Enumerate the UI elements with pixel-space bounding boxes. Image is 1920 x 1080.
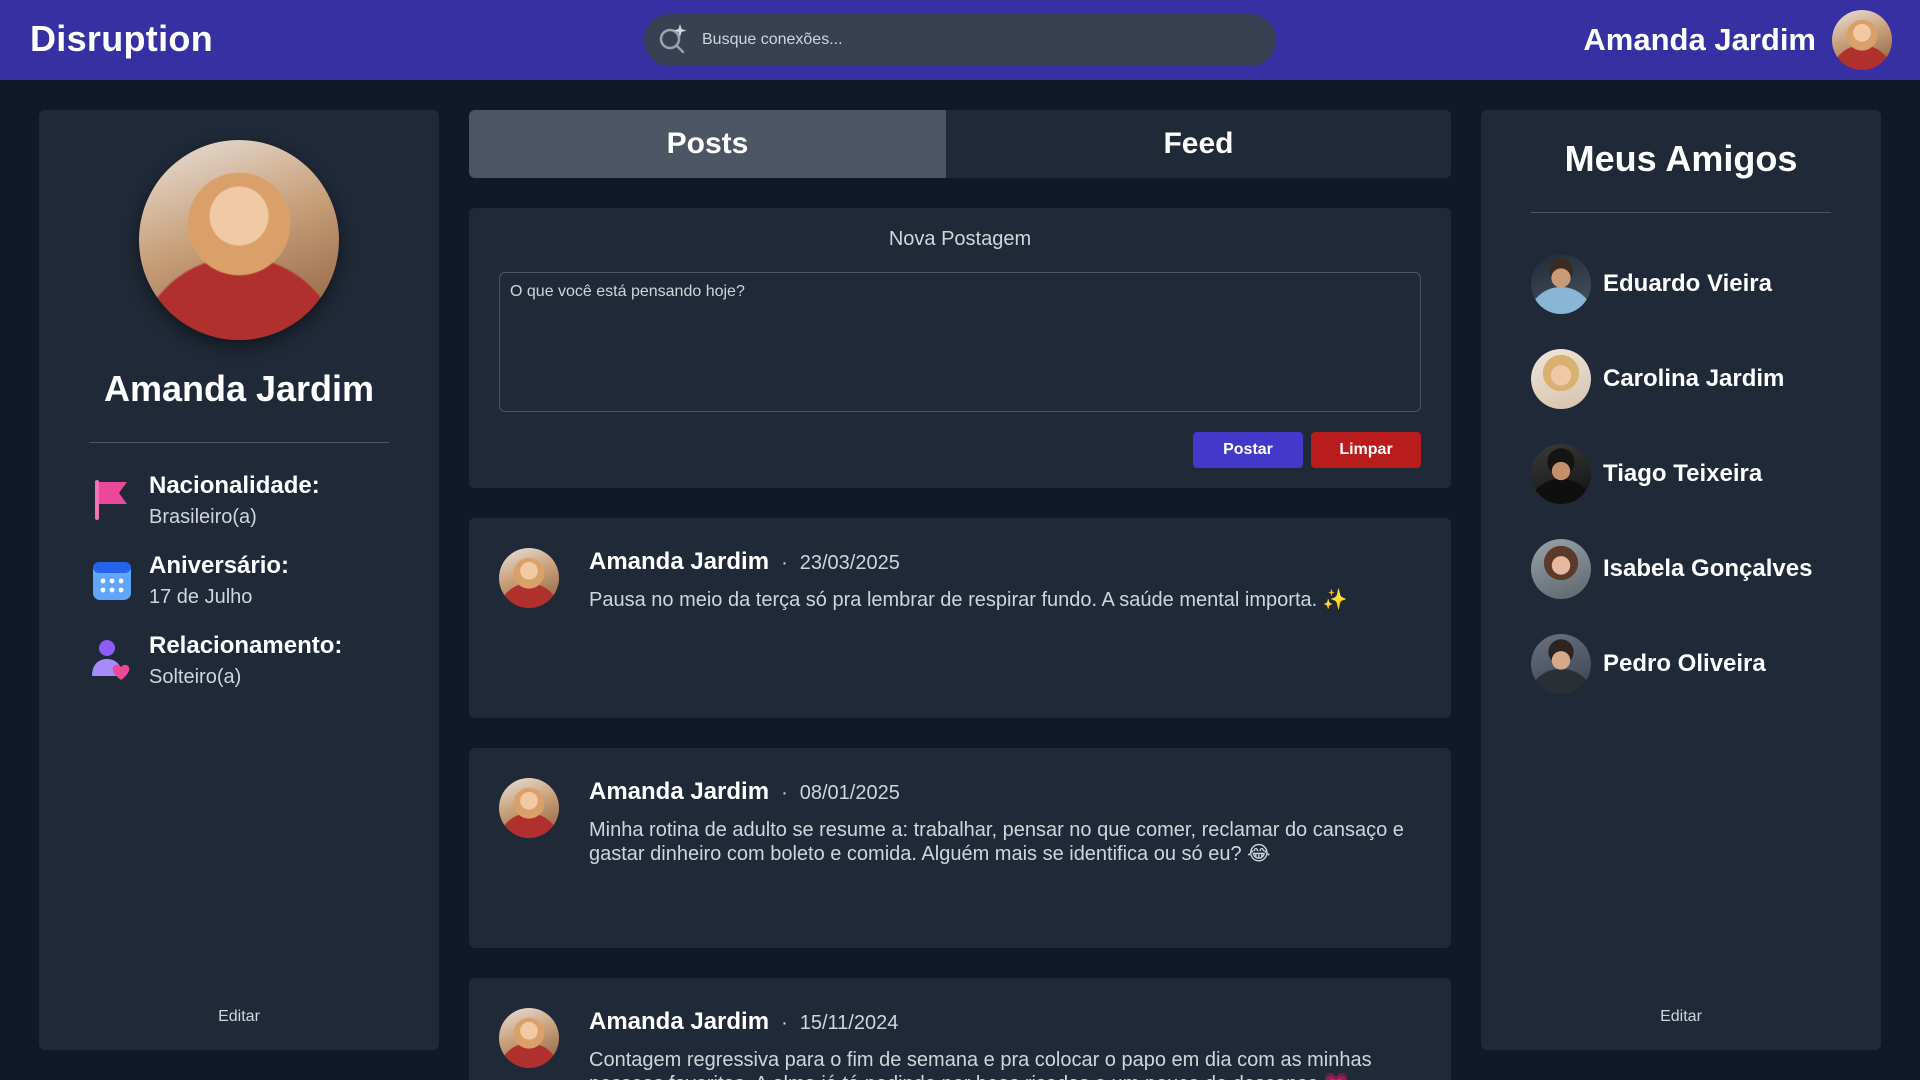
post-text: Minha rotina de adulto se resume a: trab… <box>589 819 1404 865</box>
info-value: Solteiro(a) <box>149 666 242 688</box>
friend-item[interactable]: Tiago Teixeira <box>1531 444 1851 504</box>
info-relationship: Relacionamento: Solteiro(a) <box>89 632 409 696</box>
clear-button[interactable]: Limpar <box>1311 432 1421 468</box>
header-avatar[interactable] <box>1832 10 1892 70</box>
post-date: 15/11/2024 <box>799 1012 899 1034</box>
post-header: Amanda Jardim · 08/01/2025 <box>589 778 900 806</box>
brand-logo[interactable]: Disruption <box>30 18 213 60</box>
friend-item[interactable]: Eduardo Vieira <box>1531 254 1851 314</box>
post-author[interactable]: Amanda Jardim <box>589 778 769 806</box>
post-text-input[interactable] <box>499 272 1421 412</box>
header-user-name[interactable]: Amanda Jardim <box>1583 22 1816 58</box>
info-value: Brasileiro(a) <box>149 506 257 528</box>
friend-name[interactable]: Pedro Oliveira <box>1603 650 1766 678</box>
search-input[interactable] <box>702 14 1262 66</box>
tab-feed[interactable]: Feed <box>946 110 1451 178</box>
info-value: 17 de Julho <box>149 586 253 608</box>
friend-item[interactable]: Carolina Jardim <box>1531 349 1851 409</box>
post-avatar[interactable] <box>499 778 559 838</box>
friends-divider <box>1531 212 1831 213</box>
post-date: 23/03/2025 <box>799 552 900 574</box>
post-author[interactable]: Amanda Jardim <box>589 1008 769 1036</box>
post-card: Amanda Jardim · 15/11/2024 Contagem regr… <box>469 978 1451 1080</box>
info-birthday: Aniversário: 17 de Julho <box>89 552 409 616</box>
relationship-icon <box>89 636 133 684</box>
search-bar[interactable] <box>644 14 1276 66</box>
friend-avatar[interactable] <box>1531 634 1591 694</box>
calendar-icon <box>89 556 133 604</box>
friend-item[interactable]: Isabela Gonçalves <box>1531 539 1851 599</box>
friends-title: Meus Amigos <box>1564 138 1798 179</box>
tab-posts[interactable]: Posts <box>469 110 946 178</box>
profile-divider <box>89 442 389 443</box>
friend-avatar[interactable] <box>1531 254 1591 314</box>
post-card: Amanda Jardim · 08/01/2025 Minha rotina … <box>469 748 1451 948</box>
friend-name[interactable]: Isabela Gonçalves <box>1603 555 1812 583</box>
content-tabs: Posts Feed <box>469 110 1451 178</box>
post-separator: · <box>781 782 788 804</box>
profile-name: Amanda Jardim <box>103 368 375 409</box>
friend-avatar[interactable] <box>1531 539 1591 599</box>
post-separator: · <box>781 1012 788 1034</box>
post-button[interactable]: Postar <box>1193 432 1303 468</box>
post-text: Pausa no meio da terça só pra lembrar de… <box>589 589 1348 611</box>
flag-icon <box>89 476 133 524</box>
info-label: Nacionalidade: <box>149 472 320 499</box>
post-header: Amanda Jardim · 15/11/2024 <box>589 1008 898 1036</box>
edit-profile-button[interactable]: Editar <box>39 1008 439 1026</box>
friend-item[interactable]: Pedro Oliveira <box>1531 634 1851 694</box>
friend-name[interactable]: Eduardo Vieira <box>1603 270 1772 298</box>
info-nationality: Nacionalidade: Brasileiro(a) <box>89 472 409 536</box>
post-date: 08/01/2025 <box>799 782 900 804</box>
post-avatar[interactable] <box>499 548 559 608</box>
post-text: Contagem regressiva para o fim de semana… <box>589 1049 1372 1080</box>
composer-title: Nova Postagem <box>888 228 1032 250</box>
post-separator: · <box>781 552 788 574</box>
profile-avatar <box>139 140 339 340</box>
info-label: Relacionamento: <box>149 632 343 659</box>
profile-panel: Amanda Jardim Nacionalidade: Brasileiro(… <box>39 110 439 1050</box>
sparkle-search-icon <box>656 22 690 56</box>
friend-avatar[interactable] <box>1531 444 1591 504</box>
friend-name[interactable]: Tiago Teixeira <box>1603 460 1762 488</box>
friends-panel: Meus Amigos Eduardo Vieira Carolina Jard… <box>1481 110 1881 1050</box>
info-label: Aniversário: <box>149 552 290 579</box>
post-header: Amanda Jardim · 23/03/2025 <box>589 548 900 576</box>
edit-friends-button[interactable]: Editar <box>1481 1008 1881 1026</box>
post-avatar[interactable] <box>499 1008 559 1068</box>
friend-name[interactable]: Carolina Jardim <box>1603 365 1784 393</box>
new-post-composer: Nova Postagem Postar Limpar <box>469 208 1451 488</box>
post-author[interactable]: Amanda Jardim <box>589 548 769 576</box>
top-bar: Disruption Amanda Jardim <box>0 0 1920 80</box>
post-card: Amanda Jardim · 23/03/2025 Pausa no meio… <box>469 518 1451 718</box>
header-user-menu[interactable]: Amanda Jardim <box>1583 10 1892 70</box>
friend-avatar[interactable] <box>1531 349 1591 409</box>
